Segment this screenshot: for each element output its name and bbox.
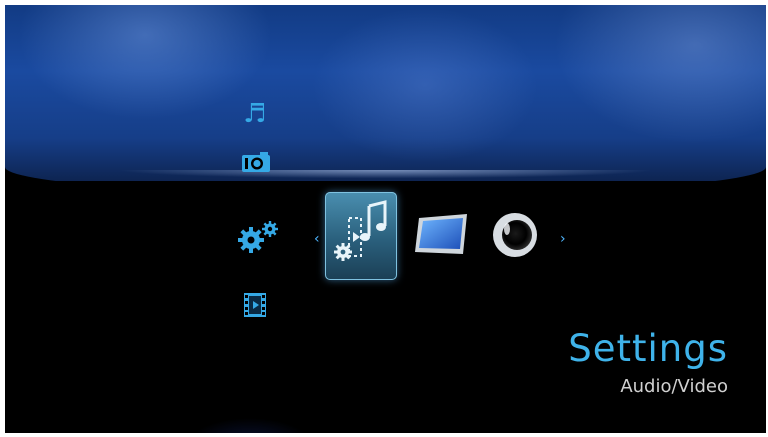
item-subtitle: Audio/Video bbox=[620, 376, 728, 397]
film-icon[interactable] bbox=[244, 293, 266, 317]
music-note-icon[interactable]: ♬ bbox=[243, 101, 266, 127]
audio-settings-tile[interactable] bbox=[491, 211, 539, 259]
scroll-left-arrow[interactable]: ‹ bbox=[314, 231, 320, 247]
audio-speaker-icon bbox=[493, 213, 537, 257]
background-sky bbox=[5, 5, 766, 195]
display-icon bbox=[415, 214, 467, 254]
camera-icon[interactable] bbox=[241, 151, 271, 173]
gears-icon[interactable] bbox=[237, 221, 283, 253]
display-settings-tile[interactable] bbox=[413, 212, 469, 258]
category-title: Settings bbox=[568, 327, 728, 370]
media-player-screen: ♬ ‹ › Settings Audio/Video bbox=[5, 5, 766, 433]
audio-video-settings-tile[interactable] bbox=[325, 192, 397, 280]
audio-video-icon bbox=[334, 200, 387, 261]
scroll-right-arrow[interactable]: › bbox=[560, 231, 566, 247]
